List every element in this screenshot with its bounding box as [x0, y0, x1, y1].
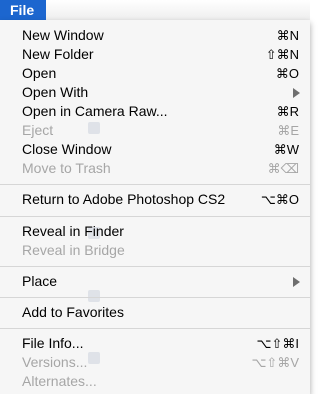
- menu-separator: [0, 328, 310, 329]
- menu-item-label: Move to Trash: [22, 160, 111, 176]
- menu-item-return-to-photoshop[interactable]: Return to Adobe Photoshop CS2 ⌥⌘O: [0, 190, 310, 209]
- menu-item-close-window[interactable]: Close Window ⌘W: [0, 140, 310, 159]
- menu-item-label: Open With: [22, 84, 89, 100]
- menu-item-new-window[interactable]: New Window ⌘N: [0, 26, 310, 45]
- menu-item-label: Alternates...: [22, 373, 97, 389]
- menu-item-label: File Info...: [22, 335, 84, 351]
- menu-separator: [0, 184, 310, 185]
- menu-item-place[interactable]: Place: [0, 272, 310, 291]
- file-menu-title[interactable]: File: [0, 0, 46, 20]
- menu-item-label: New Folder: [22, 46, 94, 62]
- submenu-arrow-icon: [293, 277, 300, 287]
- menu-separator: [0, 266, 310, 267]
- menu-item-shortcut: ⌘N: [276, 28, 299, 43]
- menu-item-open-in-camera-raw[interactable]: Open in Camera Raw... ⌘R: [0, 102, 310, 121]
- menu-item-shortcut: ⌘O: [275, 66, 299, 81]
- menu-item-label: Open in Camera Raw...: [22, 103, 168, 119]
- menu-item-label: Add to Favorites: [22, 304, 124, 320]
- menu-item-label: Eject: [22, 122, 54, 138]
- menu-item-label: Open: [22, 65, 57, 81]
- menu-item-label: Reveal in Finder: [22, 223, 124, 239]
- menu-item-label: Return to Adobe Photoshop CS2: [22, 191, 226, 207]
- menu-bar: File: [0, 0, 310, 20]
- menu-item-shortcut: ⌘W: [273, 142, 299, 157]
- menu-item-shortcut: ⌥⇧⌘V: [251, 355, 299, 370]
- menu-item-shortcut: ⌥⇧⌘I: [256, 336, 300, 351]
- menu-item-label: Reveal in Bridge: [22, 242, 125, 258]
- file-menu-dropdown: New Window ⌘N New Folder ⇧⌘N Open ⌘O Ope…: [0, 20, 310, 394]
- menu-item-file-info[interactable]: File Info... ⌥⇧⌘I: [0, 334, 310, 353]
- menu-item-open-with[interactable]: Open With: [0, 83, 310, 102]
- menu-item-reveal-in-finder[interactable]: Reveal in Finder: [0, 222, 310, 241]
- menu-item-alternates: Alternates...: [0, 372, 310, 391]
- menu-item-shortcut: ⌘R: [276, 104, 299, 119]
- menu-separator: [0, 297, 310, 298]
- menu-item-new-folder[interactable]: New Folder ⇧⌘N: [0, 45, 310, 64]
- menu-item-open[interactable]: Open ⌘O: [0, 64, 310, 83]
- menu-item-shortcut: ⌘⌫: [267, 161, 299, 176]
- menu-separator: [0, 216, 310, 217]
- menu-item-shortcut: ⇧⌘N: [265, 47, 299, 62]
- menu-item-shortcut: ⌘E: [277, 123, 299, 138]
- menu-item-shortcut: ⌥⌘O: [260, 192, 299, 207]
- menu-item-versions: Versions... ⌥⇧⌘V: [0, 353, 310, 372]
- menu-item-label: Versions...: [22, 354, 88, 370]
- menu-item-label: Close Window: [22, 141, 112, 157]
- menu-item-label: Place: [22, 273, 58, 289]
- submenu-arrow-icon: [293, 88, 300, 98]
- menu-item-move-to-trash: Move to Trash ⌘⌫: [0, 159, 310, 178]
- menu-item-reveal-in-bridge: Reveal in Bridge: [0, 241, 310, 260]
- menu-item-add-to-favorites[interactable]: Add to Favorites: [0, 303, 310, 322]
- menu-item-label: New Window: [22, 27, 104, 43]
- menu-item-eject: Eject ⌘E: [0, 121, 310, 140]
